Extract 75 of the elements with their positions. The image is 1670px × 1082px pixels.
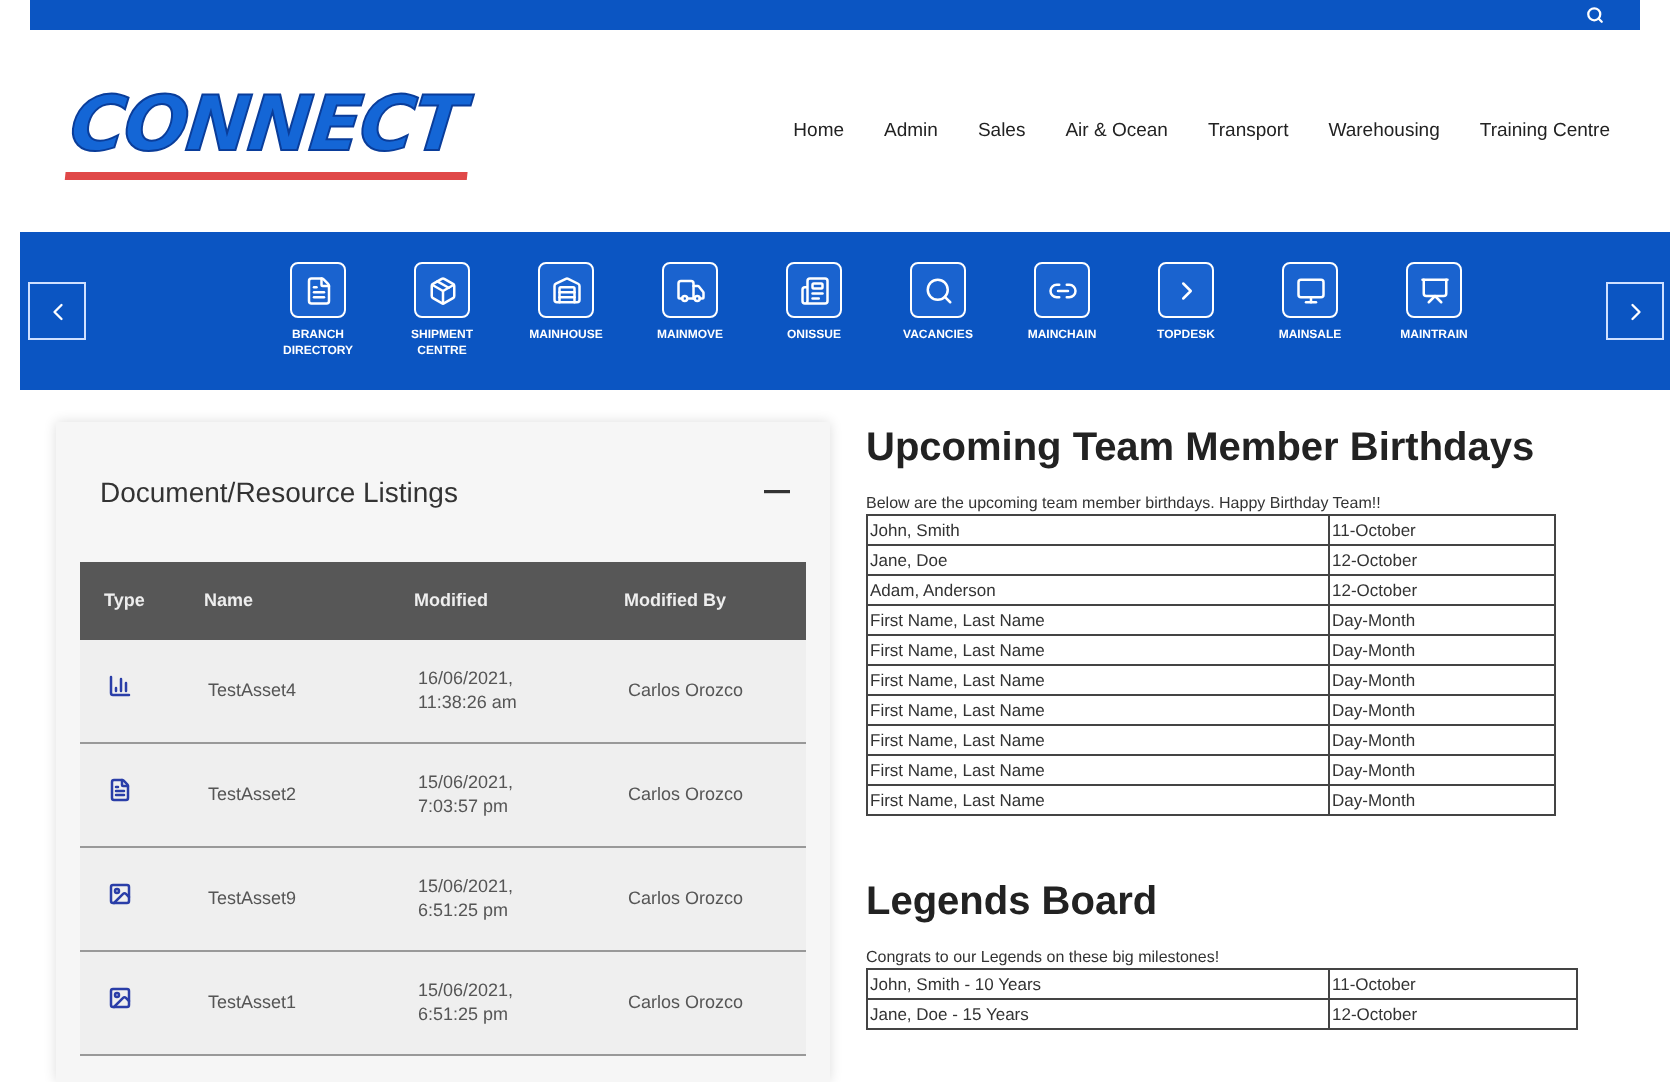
table-cell-text: First Name, Last Name [868, 757, 1047, 784]
table-cell-text: First Name, Last Name [868, 607, 1047, 634]
column-header: Modified By [624, 590, 728, 611]
table-cell-text: TestAsset9 [208, 886, 299, 911]
section-heading: Legends Board [866, 879, 1160, 926]
document-row[interactable]: TestAsset2 15/06/2021, 7:03:57 pm Carlos Orozco [80, 743, 806, 848]
table-cell: Day-Month [1328, 725, 1554, 754]
image-icon [108, 986, 132, 1011]
table-cell-text: John, Smith [868, 517, 962, 544]
column-header: Modified [414, 590, 490, 611]
search-icon [910, 262, 966, 319]
table-cell-text: TestAsset4 [208, 678, 299, 703]
table-cell-text: 16/06/2021, 11:38:26 am [418, 666, 519, 715]
bar-chart-icon [108, 674, 132, 699]
section-heading: Upcoming Team Member Birthdays [866, 425, 1537, 472]
intro-text: Below are the upcoming team member birthdays. Happy Birthday Team!! [866, 493, 1383, 512]
nav-link[interactable]: Sales [977, 119, 1026, 142]
monitor-icon [1282, 262, 1338, 319]
table-cell-text: Carlos Orozco [628, 782, 746, 807]
table-cell-text: Adam, Anderson [868, 577, 998, 604]
table-cell-text: Carlos Orozco [628, 886, 746, 911]
document-icon [108, 778, 132, 803]
collapse-icon[interactable] [764, 489, 790, 494]
table-cell-text: Jane, Doe [868, 547, 950, 574]
document-row[interactable]: TestAsset1 15/06/2021, 6:51:25 pm Carlos Orozco [80, 951, 806, 1056]
table-cell-text: First Name, Last Name [868, 727, 1047, 754]
table-cell-text: Carlos Orozco [628, 990, 746, 1015]
package-icon [414, 262, 470, 319]
table-cell-text: First Name, Last Name [868, 637, 1047, 664]
nav-link[interactable]: Home [793, 119, 845, 142]
image-icon [108, 882, 132, 907]
newspaper-icon [786, 262, 842, 319]
table-cell: Day-Month [1328, 755, 1554, 784]
next-button[interactable] [1606, 282, 1664, 341]
table-cell: Day-Month [1328, 665, 1554, 694]
table-cell-text: TestAsset1 [208, 990, 299, 1015]
table-cell-text: 15/06/2021, 7:03:57 pm [418, 770, 516, 819]
table-cell: 11-October [1328, 969, 1576, 998]
table-cell-text: First Name, Last Name [868, 667, 1047, 694]
table-cell: Day-Month [1328, 635, 1554, 664]
document-icon [290, 262, 346, 319]
table-cell-text: TestAsset2 [208, 782, 299, 807]
table-cell-text: Carlos Orozco [628, 678, 746, 703]
table-cell: Day-Month [1328, 695, 1554, 724]
presentation-icon [1406, 262, 1462, 319]
table-cell: 12-October [1328, 575, 1554, 604]
table-cell: 12-October [1328, 999, 1576, 1028]
table-cell-text: First Name, Last Name [868, 697, 1047, 724]
document-row[interactable]: TestAsset9 15/06/2021, 6:51:25 pm Carlos Orozco [80, 847, 806, 952]
table-cell-text: 15/06/2021, 6:51:25 pm [418, 874, 516, 923]
nav-link[interactable]: Training Centre [1479, 119, 1610, 142]
chevron-icon [1158, 262, 1214, 319]
warehouse-icon [538, 262, 594, 319]
card-title: Document/Resource Listings [100, 475, 458, 508]
column-header: Type [104, 590, 147, 611]
document-row[interactable]: TestAsset4 16/06/2021, 11:38:26 am Carlos Orozco [80, 639, 806, 744]
search-icon[interactable] [1586, 5, 1604, 24]
nav-link[interactable]: Air & Ocean [1065, 119, 1168, 142]
table-cell: Day-Month [1328, 605, 1554, 634]
truck-icon [662, 262, 718, 319]
intro-text: Congrats to our Legends on these big milestones! [866, 947, 1222, 966]
table-cell: 12-October [1328, 545, 1554, 574]
table-cell-text: 15/06/2021, 6:51:25 pm [418, 978, 516, 1027]
nav-link[interactable]: Transport [1207, 119, 1289, 142]
table-cell-text: Jane, Doe - 15 Years [868, 1001, 1031, 1028]
link-icon [1034, 262, 1090, 319]
table-cell-text: John, Smith - 10 Years [868, 971, 1044, 998]
table-cell-text: First Name, Last Name [868, 787, 1047, 814]
logo[interactable]: CONNECT [64, 80, 477, 181]
column-header: Name [204, 590, 256, 611]
table-cell: Day-Month [1328, 785, 1554, 814]
previous-button[interactable] [28, 282, 86, 341]
nav-link[interactable]: Warehousing [1328, 119, 1440, 142]
nav-link[interactable]: Admin [884, 119, 938, 142]
table-cell: 11-October [1328, 515, 1554, 544]
